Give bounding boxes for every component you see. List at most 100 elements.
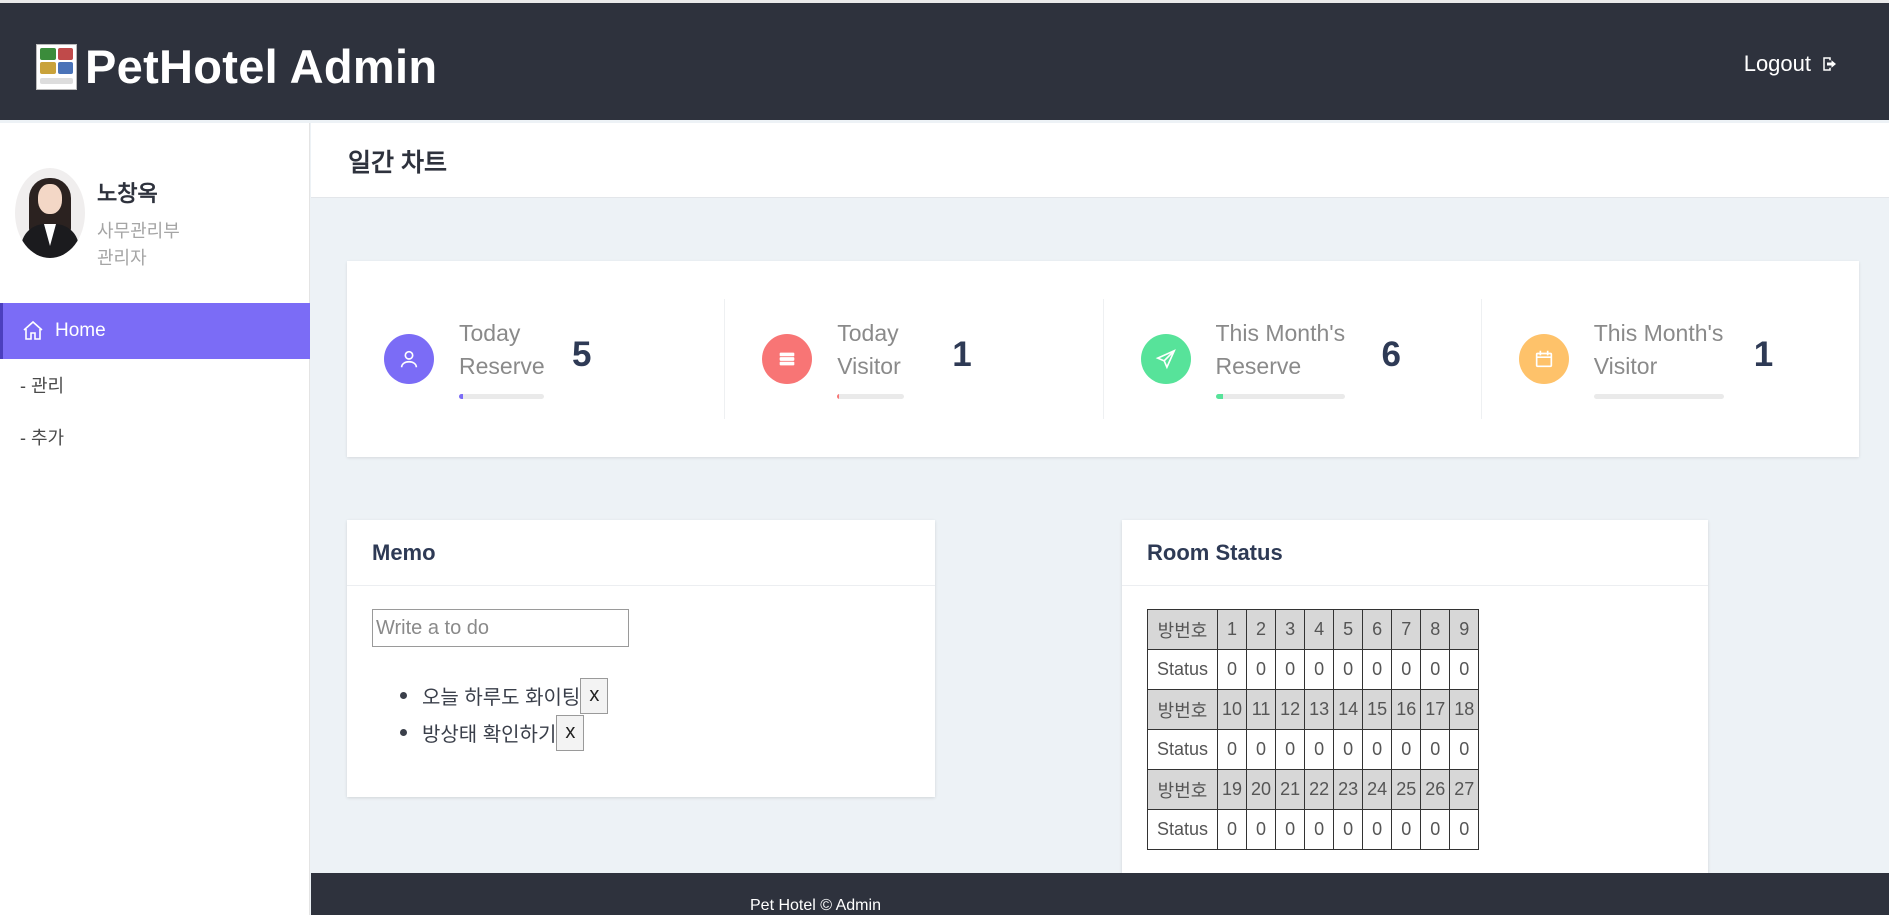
table-row: Status 0 0 0 0 0 0 0 0 0 xyxy=(1147,649,1480,690)
avatar xyxy=(15,168,85,258)
room-status-cell: 0 xyxy=(1333,809,1364,850)
brand-title: PetHotel Admin xyxy=(85,40,438,93)
room-number-cell: 1 xyxy=(1216,609,1248,650)
status-label: Status xyxy=(1147,649,1218,690)
delete-todo-button[interactable]: x xyxy=(580,677,609,714)
room-number-cell: 22 xyxy=(1304,769,1335,810)
room-number-cell: 24 xyxy=(1362,769,1393,810)
progress-bar xyxy=(459,394,544,399)
room-status-cell: 0 xyxy=(1333,729,1364,770)
server-icon xyxy=(762,334,813,384)
room-number-cell: 27 xyxy=(1449,769,1480,810)
room-status-cell: 0 xyxy=(1304,809,1335,850)
logout-button[interactable]: Logout xyxy=(1744,51,1839,77)
room-status-cell: 0 xyxy=(1420,729,1451,770)
stat-value: 6 xyxy=(1381,335,1401,374)
page-title-bar: 일간 차트 xyxy=(311,123,1889,198)
profile-role: 관리자 xyxy=(97,248,147,268)
sidebar-item-add[interactable]: - 추가 xyxy=(0,411,310,463)
progress-bar xyxy=(837,394,905,399)
room-number-label: 방번호 xyxy=(1147,689,1218,730)
room-number-cell: 25 xyxy=(1391,769,1422,810)
room-status-cell: 0 xyxy=(1304,729,1335,770)
room-number-cell: 10 xyxy=(1216,689,1248,730)
room-number-cell: 18 xyxy=(1449,689,1480,730)
table-row: 방번호 19 20 21 22 23 24 25 26 27 xyxy=(1147,769,1480,810)
room-status-cell: 0 xyxy=(1391,729,1422,770)
memo-title: Memo xyxy=(347,520,935,586)
progress-bar xyxy=(1593,394,1724,399)
room-number-cell: 23 xyxy=(1333,769,1364,810)
brand[interactable]: PetHotel Admin xyxy=(36,39,437,94)
room-number-cell: 5 xyxy=(1333,609,1364,650)
room-status-cell: 0 xyxy=(1275,649,1306,690)
room-number-label: 방번호 xyxy=(1147,609,1218,650)
room-number-cell: 13 xyxy=(1304,689,1335,730)
stat-label: This Month's xyxy=(1215,320,1346,346)
room-number-label: 방번호 xyxy=(1147,769,1218,810)
stats-card: Today Reserve 5 Today Visitor 1 This Mon… xyxy=(347,261,1859,457)
user-profile: 노창옥 사무관리부 관리자 xyxy=(15,168,180,272)
status-label: Status xyxy=(1147,809,1218,850)
room-status-card: Room Status 방번호 1 2 3 4 5 6 7 8 9 Status 0 0 0 0 0 0 0 0 0 방… xyxy=(1122,520,1708,880)
room-number-cell: 16 xyxy=(1391,689,1422,730)
room-status-cell: 0 xyxy=(1420,809,1451,850)
room-status-cell: 0 xyxy=(1216,649,1248,690)
footer: Pet Hotel © Admin xyxy=(311,873,1889,915)
room-number-cell: 19 xyxy=(1216,769,1248,810)
footer-text: Pet Hotel © Admin xyxy=(750,897,881,914)
room-number-cell: 15 xyxy=(1362,689,1393,730)
room-number-cell: 6 xyxy=(1362,609,1393,650)
todo-input[interactable] xyxy=(372,609,629,647)
room-status-cell: 0 xyxy=(1246,729,1277,770)
room-number-cell: 9 xyxy=(1449,609,1480,650)
room-status-cell: 0 xyxy=(1216,729,1248,770)
status-label: Status xyxy=(1147,729,1218,770)
stat-label: Today xyxy=(459,320,521,346)
top-header: PetHotel Admin Logout xyxy=(0,0,1889,120)
stat-value: 1 xyxy=(952,335,972,374)
stat-value: 1 xyxy=(1753,335,1774,374)
sidebar-item-manage[interactable]: - 관리 xyxy=(0,359,310,411)
table-row: 방번호 1 2 3 4 5 6 7 8 9 xyxy=(1147,609,1480,650)
room-number-cell: 2 xyxy=(1246,609,1277,650)
memo-card: Memo 오늘 하루도 화이팅 x 방상태 확인하기 x xyxy=(347,520,935,797)
room-status-cell: 0 xyxy=(1449,649,1480,690)
table-row: Status 0 0 0 0 0 0 0 0 0 xyxy=(1147,809,1480,850)
room-number-cell: 26 xyxy=(1420,769,1451,810)
profile-name: 노창옥 xyxy=(97,181,158,206)
stat-label: Visitor xyxy=(837,353,901,379)
pethotel-logo xyxy=(36,43,77,90)
room-status-cell: 0 xyxy=(1420,649,1451,690)
room-number-cell: 17 xyxy=(1420,689,1451,730)
room-status-cell: 0 xyxy=(1275,809,1306,850)
todo-text: 방상태 확인하기 xyxy=(422,724,557,746)
room-number-cell: 14 xyxy=(1333,689,1364,730)
delete-todo-button[interactable]: x xyxy=(556,714,585,751)
profile-department: 사무관리부 xyxy=(97,221,180,241)
table-row: 방번호 10 11 12 13 14 15 16 17 18 xyxy=(1147,689,1480,730)
sidebar: 노창옥 사무관리부 관리자 Home - 관리 - 추가 xyxy=(0,123,310,915)
sidebar-item-label: Home xyxy=(55,320,106,341)
room-number-cell: 3 xyxy=(1275,609,1306,650)
room-status-cell: 0 xyxy=(1362,809,1393,850)
stat-month-reserve: This Month's Reserve 6 xyxy=(1104,299,1482,419)
room-number-cell: 12 xyxy=(1275,689,1306,730)
sidebar-item-home[interactable]: Home xyxy=(0,303,310,359)
room-status-cell: 0 xyxy=(1362,649,1393,690)
room-number-cell: 8 xyxy=(1420,609,1451,650)
room-status-cell: 0 xyxy=(1333,649,1364,690)
room-status-cell: 0 xyxy=(1391,649,1422,690)
room-number-cell: 7 xyxy=(1391,609,1422,650)
page-title: 일간 차트 xyxy=(348,149,447,177)
room-status-cell: 0 xyxy=(1216,809,1248,850)
room-status-cell: 0 xyxy=(1246,809,1277,850)
table-row: Status 0 0 0 0 0 0 0 0 0 xyxy=(1147,729,1480,770)
stat-today-reserve: Today Reserve 5 xyxy=(347,299,726,419)
sidebar-nav: Home - 관리 - 추가 xyxy=(0,303,310,463)
list-item: 오늘 하루도 화이팅 x xyxy=(400,677,609,714)
user-icon xyxy=(384,334,434,384)
progress-bar xyxy=(1215,394,1345,399)
stat-label: This Month's xyxy=(1593,320,1724,346)
room-status-cell: 0 xyxy=(1391,809,1422,850)
